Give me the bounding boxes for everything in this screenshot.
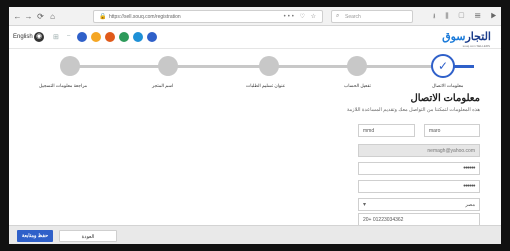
logo-subtitle: souq.com SELLERS bbox=[462, 44, 490, 48]
site-header: English ◉ ⊞ – التجارسوق souq.com SELLERS bbox=[9, 27, 501, 49]
lock-icon: 🔒 bbox=[99, 14, 107, 20]
step-3-label: عنوان تسليم الطلبات bbox=[246, 83, 286, 88]
search-input[interactable]: ⌕ Search bbox=[331, 10, 413, 23]
app-icon-6[interactable] bbox=[147, 32, 157, 42]
page-actions-icons[interactable]: ••• ♡ ☆ bbox=[284, 13, 318, 20]
step-5-label: مراجعة معلومات التسجيل bbox=[39, 83, 88, 88]
forward-icon[interactable]: → bbox=[24, 12, 33, 21]
email-field: nemagh@yahoo.com bbox=[358, 144, 480, 157]
step-1-label: معلومات الاتصال bbox=[432, 83, 464, 88]
app-icon-1[interactable] bbox=[77, 32, 87, 42]
search-icon: ⌕ bbox=[336, 13, 340, 19]
phone-number: 01223034362 bbox=[372, 217, 404, 223]
chevron-down-icon: ▾ bbox=[363, 202, 367, 208]
step-4-dot bbox=[158, 56, 178, 76]
form-title: معلومات الاتصال bbox=[410, 93, 480, 104]
browser-toolbar: ← → ⟳ ⌂ 🔒 https://sell.souq.com/registra… bbox=[9, 7, 501, 26]
apps-grid-icon[interactable]: ⊞ bbox=[53, 33, 59, 41]
password-confirm-field[interactable]: •••••• bbox=[358, 180, 480, 193]
globe-icon[interactable]: ◉ bbox=[34, 32, 44, 42]
country-value: مصر bbox=[465, 202, 475, 208]
app-icon-3[interactable] bbox=[105, 32, 115, 42]
registration-stepper: ✓ مراجعة معلومات التسجيل اسم المتجر عنوا… bbox=[9, 50, 501, 90]
toolbar-icons[interactable]: ⭳ ⫼ ▢ ☰ ▶ ≡ bbox=[433, 12, 501, 23]
form-footer: حفظ ومتابعة العودة bbox=[9, 225, 501, 244]
step-3-dot bbox=[259, 56, 279, 76]
step-2-label: تفعيل الحساب bbox=[344, 83, 371, 88]
home-icon[interactable]: ⌂ bbox=[48, 12, 57, 21]
souq-sellers-logo[interactable]: التجارسوق souq.com SELLERS bbox=[442, 30, 492, 48]
save-continue-button[interactable]: حفظ ومتابعة bbox=[17, 230, 53, 242]
step-4-label: اسم المتجر bbox=[152, 83, 174, 88]
form-subtitle: هذه المعلومات لتمكننا من التواصل معك وتق… bbox=[346, 107, 480, 113]
first-name-field[interactable]: maro bbox=[424, 124, 480, 137]
app-icon-2[interactable] bbox=[91, 32, 101, 42]
dash-icon: – bbox=[67, 33, 71, 39]
screenshot-frame: ← → ⟳ ⌂ 🔒 https://sell.souq.com/registra… bbox=[0, 0, 510, 251]
step-2-dot bbox=[347, 56, 367, 76]
logo-text-brand: سوق bbox=[442, 31, 466, 43]
country-select[interactable]: ▾ مصر bbox=[358, 198, 480, 211]
last-name-field[interactable]: mmd bbox=[358, 124, 415, 137]
reload-icon[interactable]: ⟳ bbox=[36, 12, 45, 21]
search-placeholder: Search bbox=[345, 14, 361, 20]
logo-text-ar: التجار bbox=[465, 31, 492, 43]
browser-window: ← → ⟳ ⌂ 🔒 https://sell.souq.com/registra… bbox=[9, 7, 501, 244]
app-icon-4[interactable] bbox=[119, 32, 129, 42]
stepper-track bbox=[64, 65, 452, 68]
step-5-dot bbox=[60, 56, 80, 76]
phone-country-code: 20+ bbox=[363, 217, 372, 223]
password-field[interactable]: •••••• bbox=[358, 162, 480, 175]
url-text: https://sell.souq.com/registration bbox=[109, 14, 181, 20]
stepper-track-active bbox=[452, 65, 474, 68]
app-icon-5[interactable] bbox=[133, 32, 143, 42]
address-bar[interactable]: 🔒 https://sell.souq.com/registration •••… bbox=[93, 10, 323, 23]
language-switch[interactable]: English bbox=[13, 34, 33, 40]
back-button[interactable]: العودة bbox=[59, 230, 117, 242]
back-icon[interactable]: ← bbox=[13, 12, 22, 21]
step-1-current-check-icon: ✓ bbox=[431, 54, 455, 78]
